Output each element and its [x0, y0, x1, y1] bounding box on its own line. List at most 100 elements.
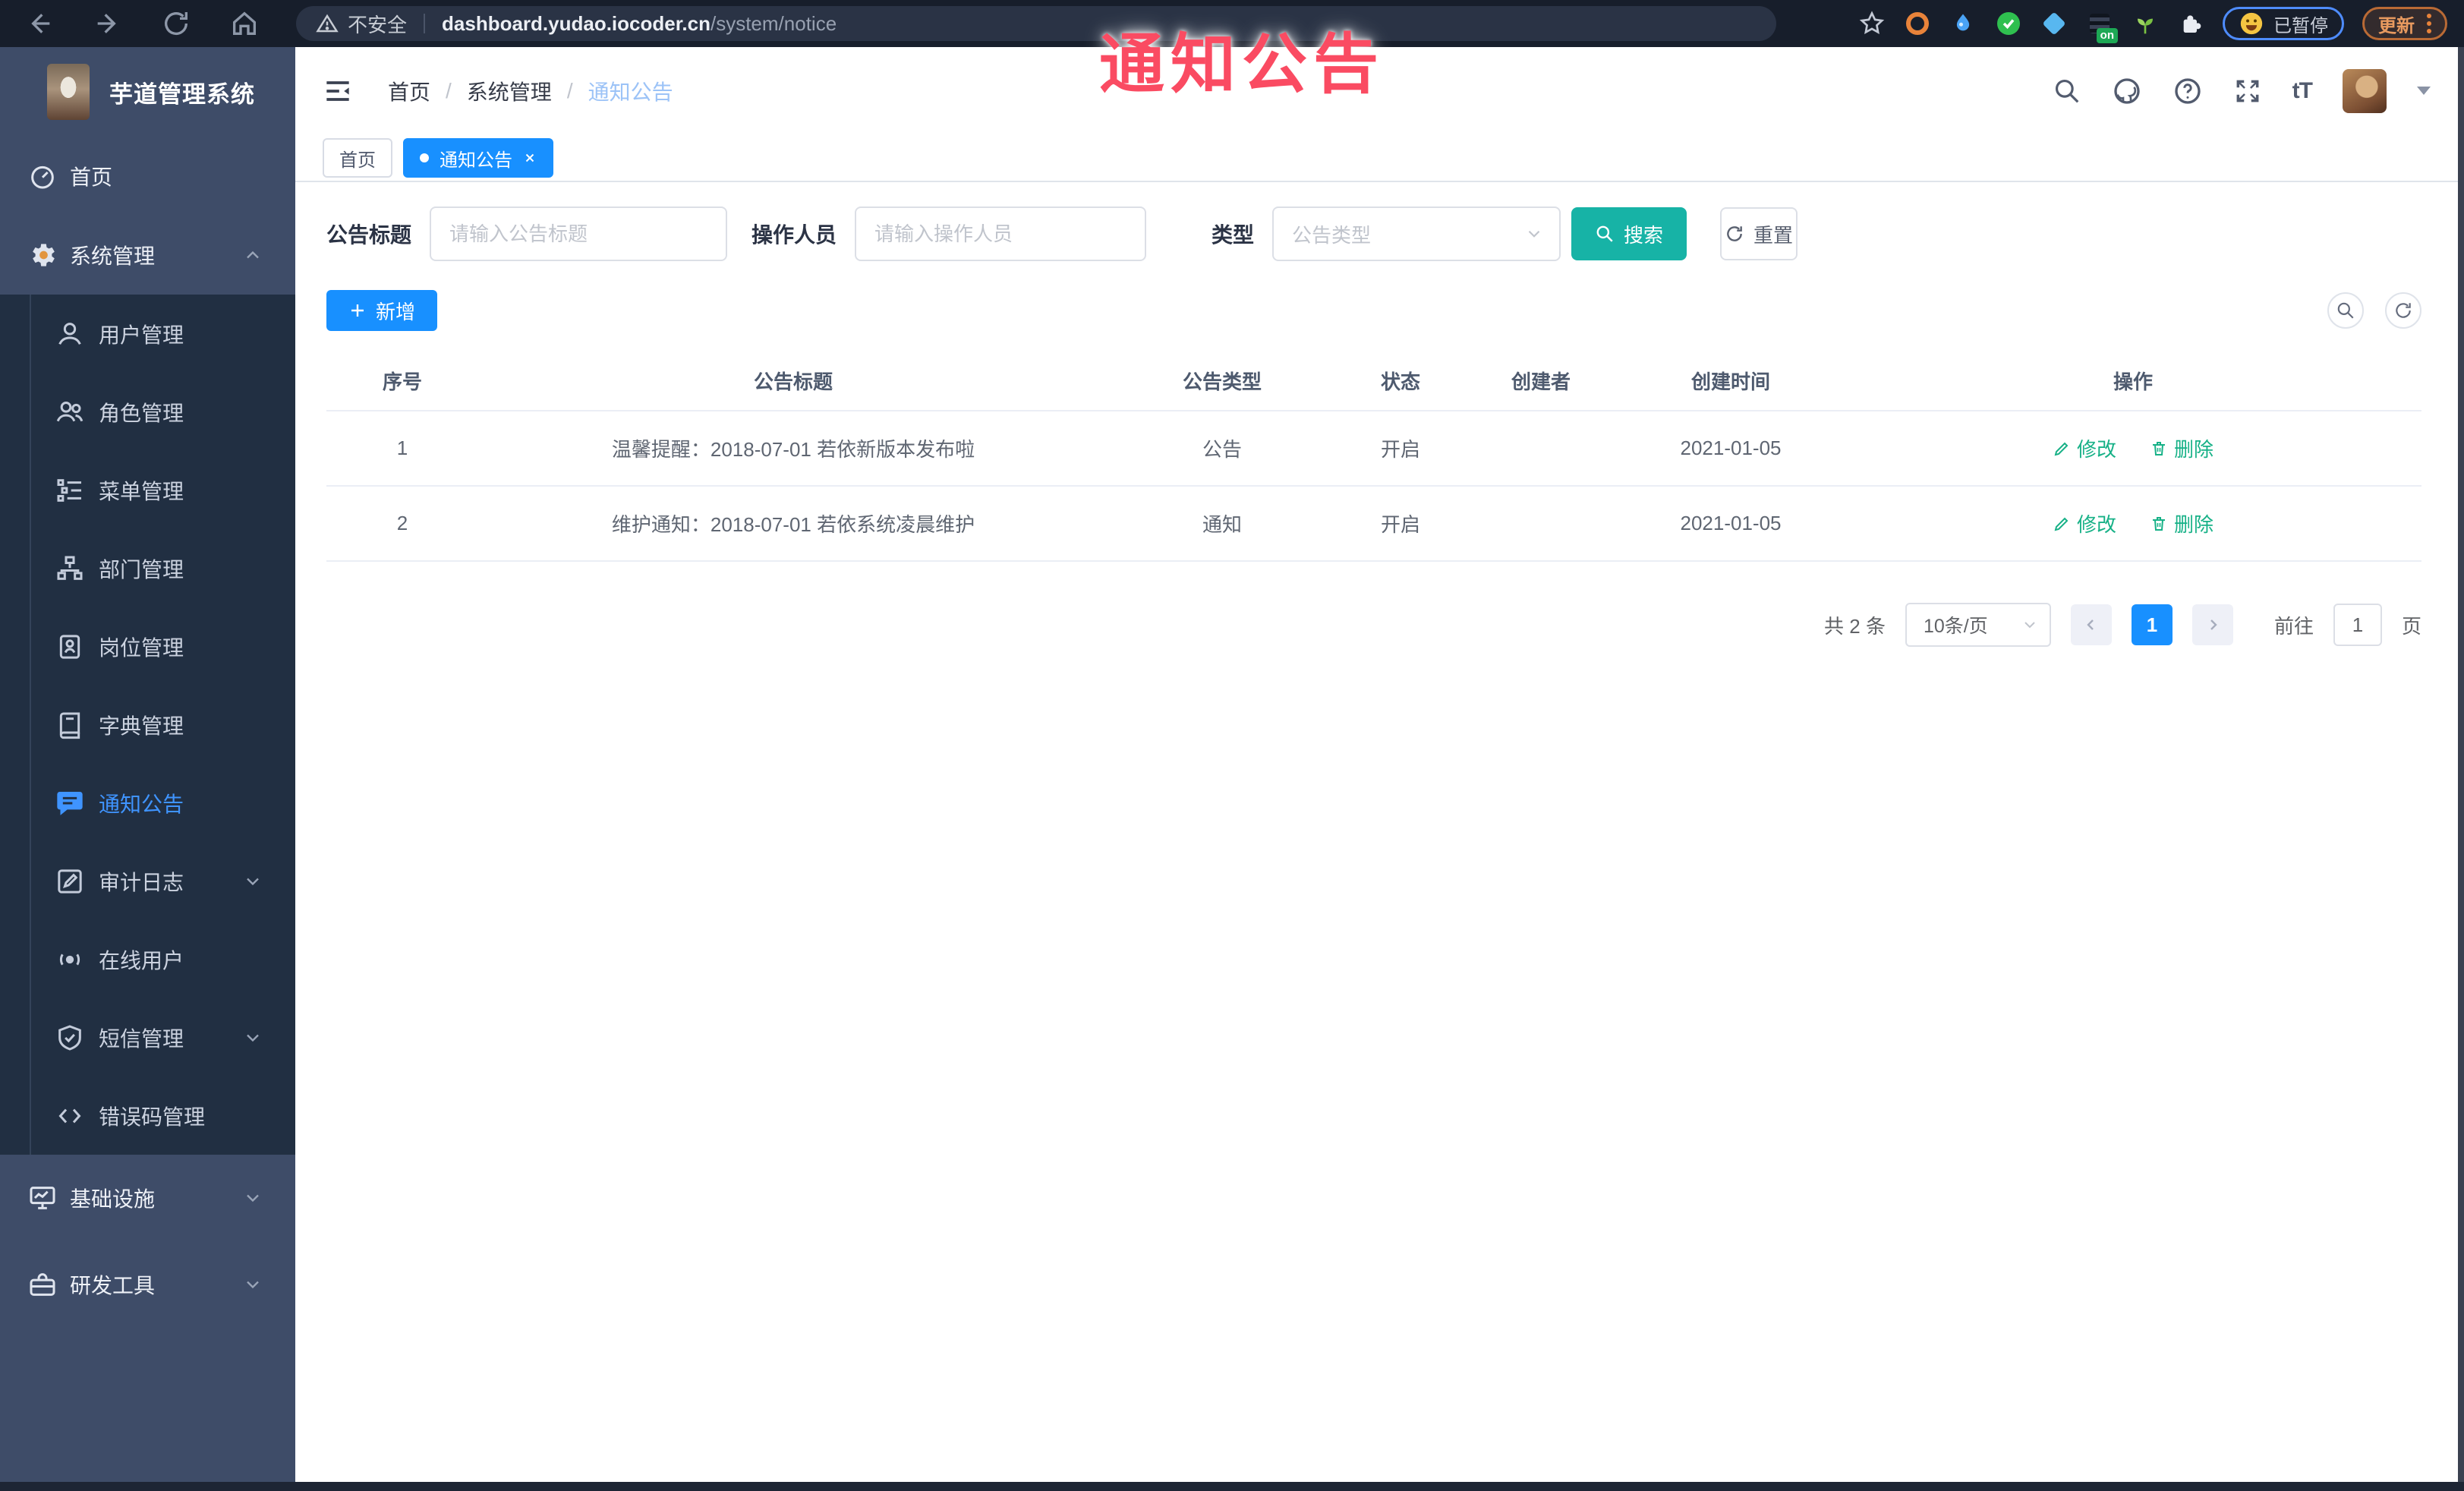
breadcrumb-separator: /: [446, 79, 452, 102]
sidebar-item-label: 首页: [70, 165, 113, 189]
breadcrumb-system[interactable]: 系统管理: [467, 76, 552, 106]
extension-proxy-icon[interactable]: on: [2086, 10, 2118, 43]
collapse-sidebar-icon[interactable]: [321, 74, 354, 108]
refresh-table-button[interactable]: [2385, 292, 2421, 329]
breadcrumb: 首页 / 系统管理 / 通知公告: [388, 76, 673, 106]
tab-close-icon[interactable]: [523, 151, 537, 165]
update-button[interactable]: 更新: [2362, 7, 2447, 40]
edit-link[interactable]: 修改: [2053, 434, 2116, 462]
profile-chip[interactable]: 已暂停: [2223, 7, 2344, 40]
sidebar-item-notices[interactable]: 通知公告: [0, 764, 295, 842]
search-icon[interactable]: [2053, 77, 2081, 106]
page-number-1[interactable]: 1: [2131, 604, 2173, 645]
users-icon: [55, 397, 85, 427]
title-filter-input[interactable]: [430, 206, 728, 261]
sidebar-item-system[interactable]: 系统管理: [0, 216, 295, 295]
sidebar-item-departments[interactable]: 部门管理: [0, 529, 295, 607]
reload-icon[interactable]: [161, 8, 191, 39]
sidebar-logo[interactable]: 芋道管理系统: [0, 47, 295, 137]
sidebar-item-dicts[interactable]: 字典管理: [0, 686, 295, 764]
fullscreen-icon[interactable]: [2233, 77, 2262, 106]
back-icon[interactable]: [24, 8, 55, 39]
table-row[interactable]: 2 维护通知：2018-07-01 若依系统凌晨维护 通知 开启 2021-01…: [326, 487, 2421, 562]
browser-nav: [24, 8, 260, 39]
goto-label: 前往: [2273, 614, 2314, 638]
sidebar-item-online-users[interactable]: 在线用户: [0, 920, 295, 998]
extension-sprout-icon[interactable]: [2132, 10, 2159, 37]
add-button[interactable]: 新增: [326, 290, 437, 331]
breadcrumb-home[interactable]: 首页: [388, 76, 430, 106]
edit-link[interactable]: 修改: [2053, 509, 2116, 537]
tab-notices[interactable]: 通知公告: [403, 138, 553, 178]
delete-link[interactable]: 删除: [2150, 434, 2214, 462]
sidebar-item-sms[interactable]: 短信管理: [0, 998, 295, 1076]
column-header: 创建时间: [1690, 370, 1770, 393]
github-icon[interactable]: [2112, 76, 2142, 106]
user-avatar[interactable]: [2343, 69, 2387, 113]
extension-orange-ring-icon[interactable]: [1904, 10, 1931, 37]
extension-blue-gem-icon[interactable]: [2040, 10, 2068, 37]
sidebar-item-menus[interactable]: 菜单管理: [0, 451, 295, 529]
shield-icon: [55, 1023, 85, 1053]
menu-list-icon: [55, 475, 85, 506]
column-header: 序号: [382, 370, 422, 393]
sidebar-item-home[interactable]: 首页: [0, 137, 295, 216]
sidebar-item-label: 基础设施: [70, 1187, 156, 1211]
org-tree-icon: [55, 553, 85, 584]
page-size-value: 10条/页: [1923, 616, 1988, 637]
column-header: 公告类型: [1182, 370, 1262, 393]
emoji-face-icon: [2240, 12, 2263, 35]
logo-image: [47, 64, 90, 120]
bookmark-star-icon[interactable]: [1858, 10, 1886, 37]
search-button[interactable]: 搜索: [1571, 207, 1687, 260]
pagination: 共 2 条 10条/页 1 前往 页: [326, 603, 2421, 647]
page-unit-label: 页: [2401, 614, 2421, 638]
delete-link[interactable]: 删除: [2150, 509, 2214, 537]
extension-on-badge: on: [2096, 28, 2118, 43]
table-header-row: 序号 公告标题 公告类型 状态 创建者 创建时间 操作: [326, 351, 2421, 411]
sidebar-item-label: 岗位管理: [99, 635, 184, 660]
breadcrumb-separator: /: [566, 79, 573, 102]
code-icon: [55, 1101, 85, 1131]
sidebar-item-posts[interactable]: 岗位管理: [0, 607, 295, 686]
notices-table: 序号 公告标题 公告类型 状态 创建者 创建时间 操作 1 温馨提醒：2018-…: [326, 351, 2421, 562]
browser-menu-icon[interactable]: [2427, 14, 2431, 33]
reset-button[interactable]: 重置: [1720, 207, 1798, 260]
forward-icon[interactable]: [93, 8, 123, 39]
sidebar-item-users[interactable]: 用户管理: [0, 295, 295, 373]
prev-page-button[interactable]: [2070, 604, 2112, 645]
table-row[interactable]: 1 温馨提醒：2018-07-01 若依新版本发布啦 公告 开启 2021-01…: [326, 411, 2421, 487]
font-size-icon[interactable]: tT: [2292, 78, 2313, 104]
url-path: /system/notice: [710, 11, 837, 35]
type-filter-select[interactable]: 公告类型: [1272, 206, 1561, 261]
cell-created: 2021-01-05: [1680, 512, 1782, 534]
url-bar[interactable]: 不安全 dashboard.yudao.iocoder.cn/system/no…: [296, 6, 1776, 41]
extension-green-circle-icon[interactable]: [1995, 10, 2022, 37]
toggle-search-button[interactable]: [2327, 292, 2364, 329]
goto-page-input[interactable]: [2333, 604, 2382, 646]
operator-filter-input[interactable]: [855, 206, 1147, 261]
next-page-button[interactable]: [2191, 604, 2233, 645]
sidebar-item-roles[interactable]: 角色管理: [0, 373, 295, 451]
chevron-down-icon: [242, 1027, 263, 1048]
tab-home[interactable]: 首页: [323, 138, 392, 178]
pencil-icon: [2054, 442, 2069, 455]
page-size-select[interactable]: 10条/页: [1905, 603, 2051, 647]
sidebar-item-dev-tools[interactable]: 研发工具: [0, 1241, 295, 1328]
sidebar-item-error-codes[interactable]: 错误码管理: [0, 1076, 295, 1155]
cell-type: 公告: [1202, 438, 1242, 461]
home-icon[interactable]: [229, 8, 260, 39]
help-icon[interactable]: [2173, 76, 2203, 106]
tags-view-bar: 首页 通知公告: [295, 135, 2464, 182]
window-bottom-edge: [0, 1482, 2464, 1491]
search-icon: [1596, 225, 1613, 242]
window-scrollbar[interactable]: [2458, 47, 2464, 1482]
avatar-caret-icon[interactable]: [2417, 87, 2431, 102]
cell-status: 开启: [1380, 438, 1420, 461]
sidebar-item-label: 角色管理: [99, 401, 184, 425]
sidebar-item-audit-logs[interactable]: 审计日志: [0, 842, 295, 920]
sidebar-item-infrastructure[interactable]: 基础设施: [0, 1155, 295, 1241]
extension-blue-drop-icon[interactable]: [1949, 10, 1977, 37]
extensions-puzzle-icon[interactable]: [2177, 10, 2204, 37]
filter-form: 公告标题 操作人员 类型 公告类型 搜索 重置: [326, 206, 2421, 261]
